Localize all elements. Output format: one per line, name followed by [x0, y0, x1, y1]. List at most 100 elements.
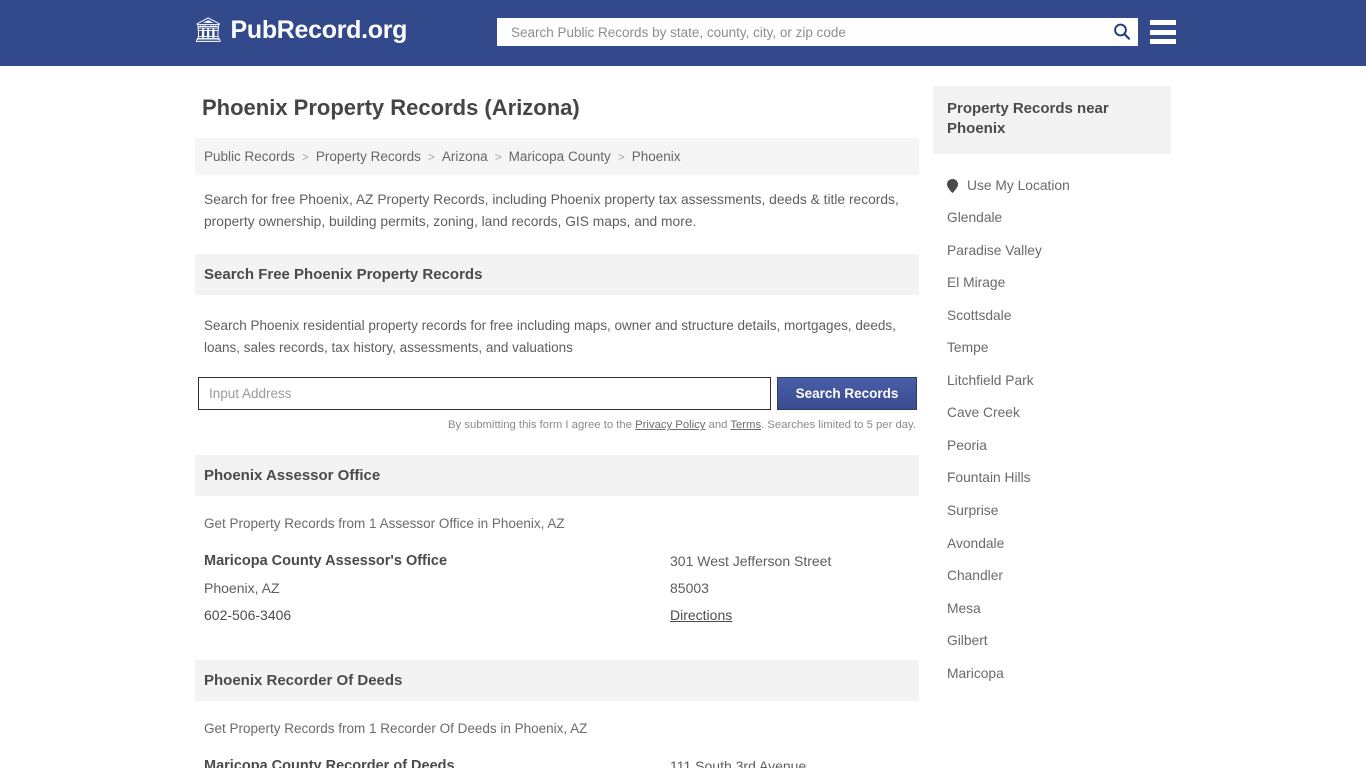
breadcrumb: Public Records > Property Records > Ariz… — [195, 138, 919, 176]
sidebar-item-surprise[interactable]: Surprise — [933, 495, 1171, 528]
breadcrumb-item-maricopa-county[interactable]: Maricopa County — [509, 149, 611, 164]
list-item: Chandler — [933, 560, 1171, 593]
office-details-left: Maricopa County Assessor's Office Phoeni… — [204, 553, 670, 634]
sidebar-item-label: Gilbert — [947, 633, 988, 649]
list-item: Fountain Hills — [933, 462, 1171, 495]
hamburger-bar — [1150, 29, 1176, 35]
office-details-right: 301 West Jefferson Street 85003 Directio… — [670, 553, 919, 634]
sidebar-item-glendale[interactable]: Glendale — [933, 202, 1171, 235]
sidebar-item-label: Cave Creek — [947, 405, 1020, 421]
office-name: Maricopa County Assessor's Office — [204, 553, 448, 570]
sidebar-item-cave-creek[interactable]: Cave Creek — [933, 397, 1171, 430]
page-intro-text: Search for free Phoenix, AZ Property Rec… — [204, 192, 899, 229]
map-pin-icon — [947, 178, 958, 193]
sidebar-item-label: Mesa — [947, 600, 981, 616]
list-item: Tempe — [933, 332, 1171, 365]
sidebar-item-avondale[interactable]: Avondale — [933, 528, 1171, 561]
hamburger-bar — [1150, 20, 1176, 25]
privacy-policy-link[interactable]: Privacy Policy — [635, 419, 705, 431]
office-name: Maricopa County Recorder of Deeds — [204, 758, 455, 768]
list-item: Litchfield Park — [933, 365, 1171, 398]
classical-building-icon: 🏛 — [193, 16, 224, 44]
assessor-section-heading: Phoenix Assessor Office — [195, 455, 919, 497]
breadcrumb-separator: > — [617, 149, 625, 164]
page-title: Phoenix Property Records (Arizona) — [202, 95, 580, 120]
office-street: 111 South 3rd Avenue — [670, 758, 807, 768]
sidebar-item-label: Peoria — [947, 437, 987, 453]
sidebar-item-label: Scottsdale — [947, 307, 1012, 323]
assessor-section-subtitle: Get Property Records from 1 Assessor Off… — [204, 516, 565, 532]
search-panel-heading: Search Free Phoenix Property Records — [195, 254, 919, 296]
sidebar-item-peoria[interactable]: Peoria — [933, 430, 1171, 463]
breadcrumb-separator: > — [494, 149, 502, 164]
address-input[interactable] — [198, 377, 771, 411]
sidebar-item-mesa[interactable]: Mesa — [933, 593, 1171, 626]
sidebar-item-label: Fountain Hills — [947, 470, 1031, 486]
office-entry-assessor: Maricopa County Assessor's Office Phoeni… — [195, 553, 919, 634]
sidebar-item-use-my-location[interactable]: Use My Location — [933, 170, 1171, 203]
breadcrumb-item-arizona[interactable]: Arizona — [442, 149, 488, 164]
address-search-form: Search Records — [195, 377, 919, 411]
breadcrumb-item-public-records[interactable]: Public Records — [204, 149, 295, 164]
page-body: Phoenix Property Records (Arizona) Publi… — [0, 66, 1366, 768]
breadcrumb-separator: > — [427, 149, 435, 164]
list-item: Scottsdale — [933, 300, 1171, 333]
form-fineprint: By submitting this form I agree to the P… — [195, 410, 919, 431]
sidebar-item-label: Litchfield Park — [947, 372, 1034, 388]
brand-name: PubRecord.org — [230, 16, 408, 44]
list-item: Use My Location — [933, 170, 1171, 203]
sidebar-item-el-mirage[interactable]: El Mirage — [933, 267, 1171, 300]
list-item: Avondale — [933, 528, 1171, 561]
list-item: Glendale — [933, 202, 1171, 235]
site-logo-link[interactable]: 🏛 PubRecord.org — [193, 18, 407, 43]
list-item: Mesa — [933, 593, 1171, 626]
sidebar-item-scottsdale[interactable]: Scottsdale — [933, 300, 1171, 333]
global-search-box[interactable] — [497, 18, 1138, 46]
sidebar-item-fountain-hills[interactable]: Fountain Hills — [933, 462, 1171, 495]
recorder-section-heading: Phoenix Recorder Of Deeds — [195, 660, 919, 702]
sidebar-item-label: El Mirage — [947, 275, 1006, 291]
list-item: El Mirage — [933, 267, 1171, 300]
office-entry-recorder: Maricopa County Recorder of Deeds Phoeni… — [195, 758, 919, 768]
sidebar-item-label: Chandler — [947, 568, 1003, 584]
sidebar-item-tempe[interactable]: Tempe — [933, 332, 1171, 365]
sidebar-item-label: Glendale — [947, 210, 1003, 226]
breadcrumb-separator: > — [301, 149, 309, 164]
sidebar-item-chandler[interactable]: Chandler — [933, 560, 1171, 593]
terms-link[interactable]: Terms — [730, 419, 761, 431]
breadcrumb-item-phoenix[interactable]: Phoenix — [632, 149, 681, 164]
sidebar-city-list: Use My Location Glendale Paradise Valley… — [933, 154, 1171, 691]
sidebar-item-litchfield-park[interactable]: Litchfield Park — [933, 365, 1171, 398]
fineprint-and: and — [705, 419, 731, 432]
site-header: 🏛 PubRecord.org — [0, 0, 1366, 66]
sidebar-item-label: Surprise — [947, 502, 999, 518]
sidebar-heading: Property Records near Phoenix — [933, 86, 1171, 154]
search-icon[interactable] — [1112, 22, 1132, 42]
breadcrumb-item-property-records[interactable]: Property Records — [316, 149, 421, 164]
sidebar-item-label: Tempe — [947, 340, 989, 356]
sidebar-item-label: Maricopa — [947, 665, 1004, 681]
list-item: Paradise Valley — [933, 235, 1171, 268]
office-phone[interactable]: 602-506-3406 — [204, 607, 670, 623]
fineprint-after: . Searches limited to 5 per day. — [761, 419, 916, 432]
sidebar-item-maricopa[interactable]: Maricopa — [933, 658, 1171, 691]
office-zip: 85003 — [670, 580, 709, 597]
sidebar-item-paradise-valley[interactable]: Paradise Valley — [933, 235, 1171, 268]
list-item: Maricopa — [933, 658, 1171, 691]
office-city-state: Phoenix, AZ — [204, 580, 280, 597]
office-details-left: Maricopa County Recorder of Deeds Phoeni… — [204, 758, 670, 768]
sidebar-nearby-records: Property Records near Phoenix Use My Loc… — [933, 86, 1171, 768]
search-panel-description: Search Phoenix residential property reco… — [204, 318, 896, 355]
search-records-button[interactable]: Search Records — [777, 377, 917, 411]
hamburger-menu-icon[interactable] — [1150, 20, 1176, 44]
sidebar-item-label: Avondale — [947, 535, 1005, 551]
list-item: Cave Creek — [933, 397, 1171, 430]
sidebar-item-gilbert[interactable]: Gilbert — [933, 625, 1171, 658]
list-item: Gilbert — [933, 625, 1171, 658]
list-item: Peoria — [933, 430, 1171, 463]
fineprint-before: By submitting this form I agree to the — [447, 419, 636, 432]
sidebar-item-label: Paradise Valley — [947, 242, 1042, 258]
sidebar-item-label: Use My Location — [967, 177, 1070, 193]
directions-link[interactable]: Directions — [670, 607, 732, 623]
global-search-input[interactable] — [509, 18, 1112, 46]
